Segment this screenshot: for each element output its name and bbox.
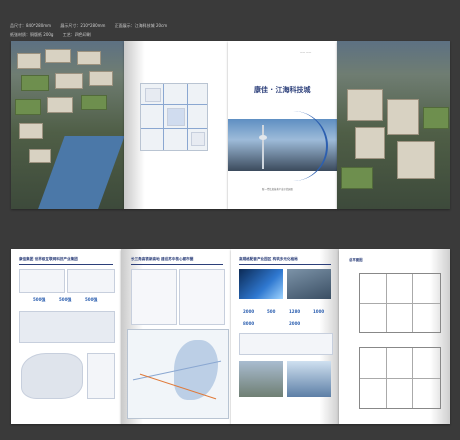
side-list [87, 353, 115, 399]
building [77, 51, 101, 65]
grid-line [360, 303, 440, 304]
grid-line [360, 378, 440, 379]
facilities-title: 高规格配套产业园区 构筑多元化格局 [239, 257, 298, 261]
aerial-photo-left [11, 41, 124, 209]
road [163, 84, 164, 150]
stat-5: 8000 [243, 321, 255, 326]
cover-title: 康佳 · 江海科技城 [254, 86, 311, 94]
cover-footer: 新一代信息技术产业示范园区 [262, 188, 294, 191]
green-roof [21, 75, 49, 91]
title-rule [131, 264, 223, 265]
spec-display: 展示尺寸：210*280mm [60, 23, 106, 28]
street-photo [239, 361, 283, 397]
stat-1: 2000 [243, 309, 255, 314]
spec-paper: 纸张材质：铜版纸 200g [10, 32, 54, 37]
stat-4: 1000 [313, 309, 325, 314]
cover-page: —— —— 康佳 · 江海科技城 新一代信息技术产业示范园区 [228, 41, 337, 209]
map-block [191, 132, 205, 146]
spec-craft: 工艺：四色印刷 [62, 32, 91, 37]
spec-front: 正面展示：江海科技城 20cm [114, 23, 168, 28]
spec-row-1: 品尺寸：840*280mm 展示尺寸：210*280mm 正面展示：江海科技城 … [10, 23, 175, 29]
tv-tower-ball [259, 135, 267, 140]
site-plan-title: 总平面图 [349, 258, 363, 262]
title-rule [239, 264, 331, 265]
badge-500-3: 500强 [85, 297, 98, 302]
text-block [19, 269, 65, 293]
building [17, 53, 41, 69]
site-plan-lower [359, 347, 441, 409]
stat-6: 2000 [289, 321, 301, 326]
building [387, 99, 419, 135]
road [141, 128, 207, 129]
title-rule [19, 264, 113, 265]
location-map [140, 83, 208, 151]
building [55, 73, 83, 89]
map-block [167, 108, 185, 126]
china-map [21, 353, 83, 399]
road [187, 84, 188, 150]
aerial-photo-right [337, 41, 450, 209]
regional-map [127, 329, 229, 419]
green-roof [423, 107, 449, 129]
tech-photo [239, 269, 283, 299]
map-block [145, 88, 161, 102]
office-photo [287, 269, 331, 299]
spec-row-2: 纸张材质：铜版纸 200g 工艺：四色印刷 [10, 32, 99, 38]
group-intro-page: 康佳集团 世界级互联网科技产业集团 500强 500强 500强 [11, 249, 121, 424]
building [397, 141, 435, 179]
site-plan-page: 总平面图 [339, 249, 450, 424]
green-roof [81, 95, 107, 110]
stat-3: 1280 [289, 309, 301, 314]
badge-500-1: 500强 [33, 297, 46, 302]
group-intro-title: 康佳集团 世界级互联网科技产业集团 [19, 257, 78, 261]
facilities-page: 高规格配套产业园区 构筑多元化格局 2000 500 1280 1000 800… [231, 249, 339, 424]
building [19, 123, 43, 139]
interior-photo [287, 361, 331, 397]
transport-title: 长三角高铁新高地 建设苏中核心都市圈 [131, 257, 194, 261]
building [355, 127, 385, 159]
building [89, 71, 113, 86]
building [45, 49, 71, 63]
spec-size: 品尺寸：840*280mm [10, 23, 52, 28]
transport-map-page: 长三角高铁新高地 建设苏中核心都市圈 [121, 249, 231, 424]
text-block [67, 269, 115, 293]
building [47, 97, 73, 113]
road [141, 104, 207, 105]
tv-tower [262, 125, 264, 169]
stat-2: 500 [267, 309, 276, 314]
text-block [239, 333, 333, 355]
building [347, 89, 383, 121]
river [37, 136, 124, 209]
cover-small-top: —— —— [300, 51, 312, 54]
info-table [19, 311, 115, 343]
green-roof [15, 99, 41, 115]
green-roof [341, 167, 373, 189]
building [29, 149, 51, 163]
badge-500-2: 500强 [59, 297, 72, 302]
text-block [179, 269, 225, 325]
location-map-page [124, 41, 228, 209]
site-plan-upper [359, 273, 441, 333]
text-block [131, 269, 177, 325]
